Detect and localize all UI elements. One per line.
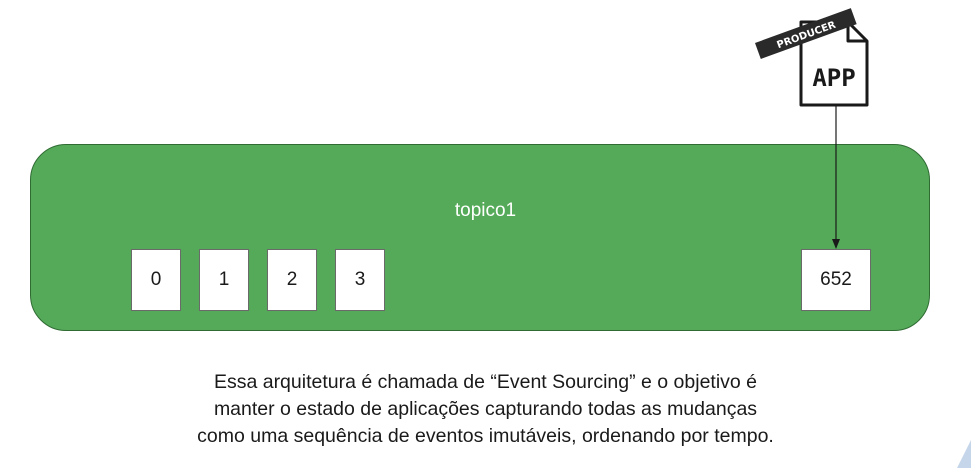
corner-decoration [957, 440, 971, 468]
app-label: APP [812, 64, 855, 92]
caption-line-3: como uma sequência de eventos imutáveis,… [197, 425, 774, 447]
caption-line-1: Essa arquitetura é chamada de “Event Sou… [213, 371, 758, 393]
producer-app-icon: APP PRODUCER [754, 8, 869, 107]
caption: Essa arquitetura é chamada de “Event Sou… [0, 369, 971, 450]
caption-line-2: manter o estado de aplicações capturando… [213, 398, 758, 420]
